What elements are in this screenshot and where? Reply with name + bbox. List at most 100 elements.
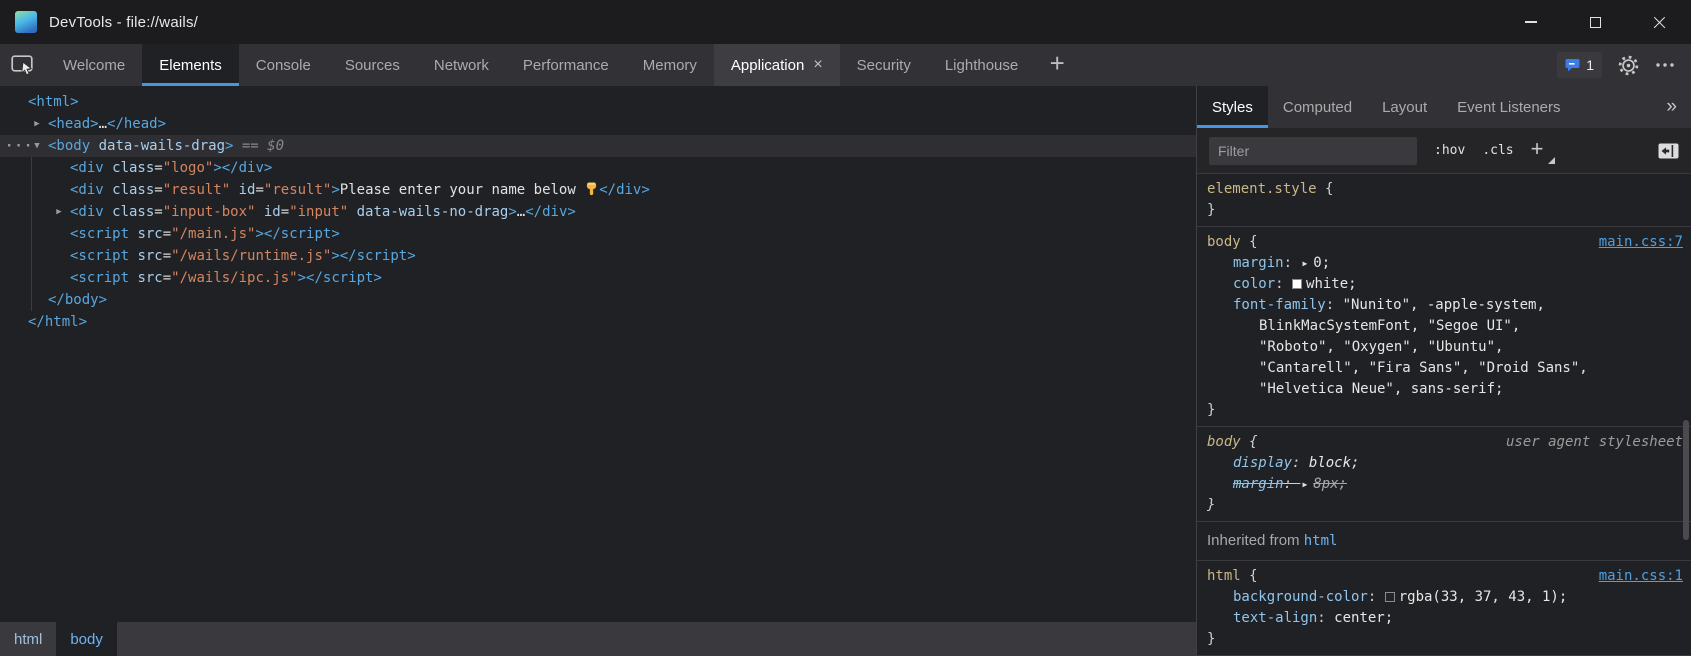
property-value: white; xyxy=(1306,276,1357,292)
stylesheet-link[interactable]: main.css:7 xyxy=(1599,232,1683,253)
color-swatch[interactable] xyxy=(1292,279,1302,289)
open-brace: { xyxy=(1317,179,1334,200)
tab-sources[interactable]: Sources xyxy=(328,44,417,86)
styles-scrollbar-thumb[interactable] xyxy=(1683,420,1689,540)
dom-node-row[interactable]: <script src="/wails/runtime.js"></script… xyxy=(0,245,1196,267)
dom-node-row[interactable]: ▶<head>…</head> xyxy=(0,113,1196,135)
css-property[interactable]: margin: ▶0; xyxy=(1207,253,1691,274)
css-property[interactable]: color: white; xyxy=(1207,274,1691,295)
tab-memory[interactable]: Memory xyxy=(626,44,714,86)
dom-token-tag: <div xyxy=(70,204,104,220)
dom-token-attr: src xyxy=(129,270,163,286)
tab-security[interactable]: Security xyxy=(840,44,928,86)
close-button[interactable] xyxy=(1627,0,1691,44)
property-name: color xyxy=(1233,276,1275,292)
styles-toolbar-buttons: :hov .cls + xyxy=(1434,139,1543,162)
css-property[interactable]: margin: ▶8px; xyxy=(1207,474,1691,495)
expand-value-icon[interactable]: ▶ xyxy=(1302,259,1307,268)
expand-arrow-icon[interactable]: ▶ xyxy=(29,113,45,135)
dom-token-tag: <script xyxy=(70,270,129,286)
dom-node-row[interactable]: ···▼<body data-wails-drag> == $0 xyxy=(0,135,1196,157)
element-classes-button[interactable]: .cls xyxy=(1482,143,1513,158)
close-brace: } xyxy=(1207,495,1691,516)
dom-node-row[interactable]: <div class="result" id="result">Please e… xyxy=(0,179,1196,201)
tab-label: Application xyxy=(731,57,804,74)
dom-token-attr: class xyxy=(104,182,155,198)
window-controls xyxy=(1499,0,1691,44)
dom-token-tag: ></div> xyxy=(213,160,272,176)
dom-node-row[interactable]: </body> xyxy=(0,289,1196,311)
rule-selector[interactable]: body xyxy=(1207,232,1241,253)
toggle-computed-sidebar-button[interactable] xyxy=(1658,143,1679,159)
dom-token-attr: id xyxy=(230,182,255,198)
style-rule: element.style {} xyxy=(1197,174,1691,227)
maximize-button[interactable] xyxy=(1563,0,1627,44)
tab-layout[interactable]: Layout xyxy=(1367,86,1442,128)
minimize-button[interactable] xyxy=(1499,0,1563,44)
overflow-tabs-icon[interactable]: » xyxy=(1666,96,1691,118)
dom-token-tag: <html> xyxy=(28,94,79,110)
styles-sections: element.style {} body { main.css:7 margin: … xyxy=(1197,174,1691,656)
rule-selector[interactable]: body xyxy=(1207,432,1241,453)
tab-network[interactable]: Network xyxy=(417,44,506,86)
customize-menu-button[interactable] xyxy=(1655,62,1675,68)
minimize-icon xyxy=(1525,21,1537,22)
breadcrumb-item-body[interactable]: body xyxy=(56,622,117,656)
toggle-element-state-button[interactable]: :hov xyxy=(1434,143,1465,158)
title-bar: DevTools - file://wails/ xyxy=(0,0,1691,44)
tab-elements[interactable]: Elements xyxy=(142,44,239,86)
property-value-wrapped-line: BlinkMacSystemFont, "Segoe UI", xyxy=(1207,316,1691,337)
css-property[interactable]: background-color: rgba(33, 37, 43, 1); xyxy=(1207,587,1691,608)
styles-filter-input[interactable] xyxy=(1209,137,1417,165)
dom-tree: <html> ▶<head>…</head>···▼<body data-wail… xyxy=(0,86,1196,622)
dom-token-tag: ></ xyxy=(331,248,356,264)
tab-computed[interactable]: Computed xyxy=(1268,86,1367,128)
property-value: 0; xyxy=(1313,255,1330,271)
styles-toolbar: :hov .cls + xyxy=(1197,128,1691,174)
breadcrumb-item-html[interactable]: html xyxy=(0,622,56,656)
tab-performance[interactable]: Performance xyxy=(506,44,626,86)
issues-counter-button[interactable]: 1 xyxy=(1557,52,1602,78)
breadcrumb: htmlbody xyxy=(0,622,1196,656)
tab-label: Welcome xyxy=(63,57,125,74)
rule-selector[interactable]: element.style xyxy=(1207,179,1317,200)
expand-arrow-icon[interactable]: ▶ xyxy=(51,201,67,223)
dom-node-row[interactable]: ▶<div class="input-box" id="input" data-… xyxy=(0,201,1196,223)
rule-selector[interactable]: html xyxy=(1207,566,1241,587)
dom-token-val: "input" xyxy=(289,204,348,220)
dom-node-row[interactable]: <html> xyxy=(0,91,1196,113)
new-style-rule-button[interactable]: + xyxy=(1531,136,1544,162)
close-tab-icon[interactable]: × xyxy=(813,57,822,73)
dom-node-row[interactable]: <div class="logo"></div> xyxy=(0,157,1196,179)
css-property[interactable]: display: block; xyxy=(1207,453,1691,474)
tab-styles[interactable]: Styles xyxy=(1197,86,1268,128)
dom-node-row[interactable]: <script src="/wails/ipc.js"></script> xyxy=(0,267,1196,289)
close-brace: } xyxy=(1207,400,1691,421)
inherited-node-link[interactable]: html xyxy=(1304,533,1338,549)
tab-lighthouse[interactable]: Lighthouse xyxy=(928,44,1035,86)
property-name: font-family xyxy=(1233,297,1326,313)
dom-node-row[interactable]: <script src="/main.js"></script> xyxy=(0,223,1196,245)
collapse-arrow-icon[interactable]: ▼ xyxy=(29,135,45,157)
dom-token-val: "result" xyxy=(163,182,230,198)
css-property[interactable]: text-align: center; xyxy=(1207,608,1691,629)
sidebar-toggle-icon xyxy=(1658,143,1679,159)
inspect-element-button[interactable] xyxy=(0,44,46,86)
close-brace: } xyxy=(1207,629,1691,650)
dom-token-attr: data-wails-drag xyxy=(90,138,225,154)
more-tools-button[interactable]: + xyxy=(1035,44,1079,86)
tab-welcome[interactable]: Welcome xyxy=(46,44,142,86)
color-swatch[interactable] xyxy=(1385,592,1395,602)
dom-token-val: "input-box" xyxy=(163,204,256,220)
tab-console[interactable]: Console xyxy=(239,44,328,86)
expand-value-icon[interactable]: ▶ xyxy=(1302,480,1307,489)
stylesheet-link[interactable]: main.css:1 xyxy=(1599,566,1683,587)
settings-button[interactable] xyxy=(1618,55,1639,76)
dom-node-row[interactable]: </html> xyxy=(0,311,1196,333)
css-property[interactable]: font-family: "Nunito", -apple-system, xyxy=(1207,295,1691,316)
tab-event-listeners[interactable]: Event Listeners xyxy=(1442,86,1575,128)
dom-token-tag: </body> xyxy=(48,292,107,308)
toolbar-right-icons: 1 xyxy=(1557,44,1691,86)
property-value-wrapped-line: "Cantarell", "Fira Sans", "Droid Sans", xyxy=(1207,358,1691,379)
tab-application[interactable]: Application × xyxy=(714,44,840,86)
